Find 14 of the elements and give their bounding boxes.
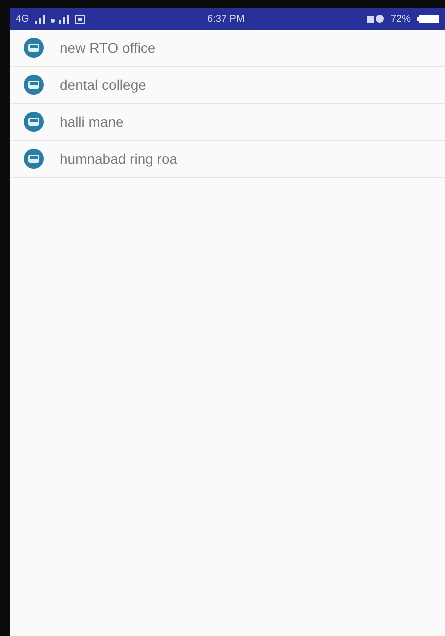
battery-icon xyxy=(417,15,440,23)
battery-percentage: 72% xyxy=(391,12,412,26)
signal-icon xyxy=(51,14,70,24)
signal-icon xyxy=(35,14,46,24)
stop-name[interactable]: new RTO office xyxy=(60,38,156,58)
network-label: 4G xyxy=(16,12,30,26)
stop-name[interactable]: halli mane xyxy=(60,112,124,132)
stop-name[interactable]: dental college xyxy=(60,74,146,96)
bus-icon xyxy=(24,149,44,169)
stop-name[interactable]: humnabad ring roa xyxy=(60,148,178,170)
clock-time: 6:37 PM xyxy=(208,12,245,26)
bus-icon xyxy=(24,75,44,95)
bus-icon xyxy=(24,38,44,58)
bus-icon xyxy=(24,112,44,132)
